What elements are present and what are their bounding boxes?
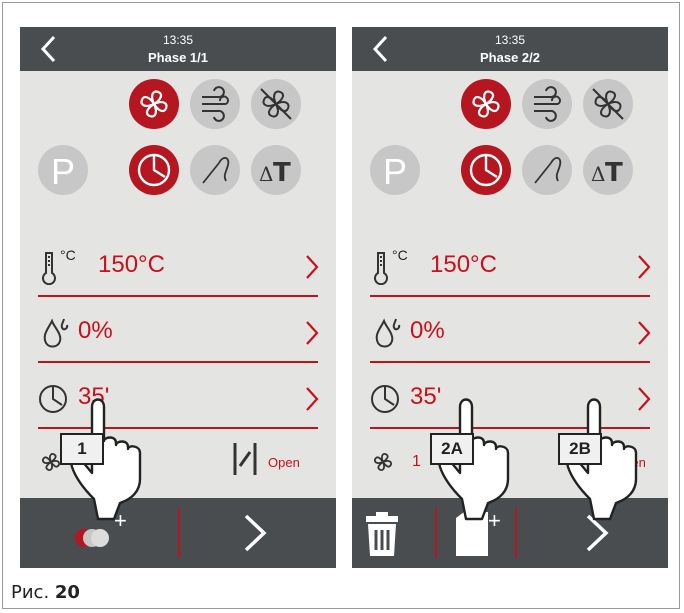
next-phase-chevron-icon[interactable] — [240, 512, 270, 554]
clock-icon — [469, 153, 503, 187]
chevron-right-icon — [306, 387, 319, 411]
header-bar: 13:35 Phase 1/1 — [20, 27, 336, 71]
program-label: P — [50, 151, 75, 192]
row-divider — [370, 295, 650, 297]
program-button[interactable]: P — [370, 145, 420, 195]
callout-badge-2b: 2B — [558, 433, 602, 465]
fan-off-mode-button[interactable] — [251, 79, 301, 129]
fan-mode-button[interactable] — [129, 79, 179, 129]
clock-icon — [137, 153, 171, 187]
fan-speed-icon — [373, 452, 393, 472]
callout-badge-1: 1 — [60, 433, 104, 465]
clock-time: 13:35 — [494, 33, 526, 47]
fan-mode-button[interactable] — [461, 79, 511, 129]
humidity-drops-icon — [375, 318, 401, 348]
chevron-right-icon — [638, 255, 651, 279]
bottom-divider — [178, 508, 180, 558]
humidity-value: 0% — [410, 317, 445, 344]
fan-icon — [140, 90, 168, 118]
svg-text:Δ: Δ — [259, 162, 273, 186]
humidity-drops-icon — [43, 318, 69, 348]
fan-off-mode-button[interactable] — [583, 79, 633, 129]
temperature-unit: °C — [392, 247, 408, 263]
phase-title: Phase 2/2 — [480, 50, 540, 65]
svg-text:T: T — [605, 158, 623, 188]
humidity-row[interactable]: 0% — [38, 311, 319, 355]
figure-caption: Рис. 20 — [11, 582, 80, 603]
program-button[interactable]: P — [38, 145, 88, 195]
temperature-row[interactable]: °C 150°C — [370, 245, 651, 289]
chevron-right-icon — [638, 321, 651, 345]
svg-text:T: T — [273, 158, 291, 188]
core-probe-icon — [534, 157, 562, 184]
clock-time: 13:35 — [162, 33, 194, 47]
row-divider — [370, 361, 650, 363]
row-divider — [38, 361, 318, 363]
program-label: P — [382, 151, 407, 192]
timer-mode-button[interactable] — [129, 145, 179, 195]
chevron-right-icon — [306, 321, 319, 345]
core-probe-icon — [202, 157, 230, 184]
delta-t-icon: ΔT — [591, 158, 623, 188]
fan-off-icon — [592, 88, 624, 120]
figure-caption-number: 20 — [54, 582, 80, 603]
delta-t-mode-button[interactable]: ΔT — [583, 145, 633, 195]
oven-screen-phase-2: 13:35 Phase 2/2 P ΔT °C 150°C 0% 35' 1 +… — [352, 27, 668, 568]
phase-title: Phase 1/1 — [148, 50, 208, 65]
probe-mode-button[interactable] — [190, 145, 240, 195]
humidity-row[interactable]: 0% — [370, 311, 651, 355]
svg-text:Δ: Δ — [591, 162, 605, 186]
delta-t-icon: ΔT — [259, 158, 291, 188]
temperature-row[interactable]: °C 150°C — [38, 245, 319, 289]
row-divider — [38, 295, 318, 297]
chevron-right-icon — [306, 255, 319, 279]
steam-mode-button[interactable] — [190, 79, 240, 129]
humidity-value: 0% — [78, 317, 113, 344]
probe-mode-button[interactable] — [522, 145, 572, 195]
delta-t-mode-button[interactable]: ΔT — [251, 145, 301, 195]
timer-mode-button[interactable] — [461, 145, 511, 195]
callout-badge-2a: 2A — [430, 433, 474, 465]
steam-icon — [534, 86, 561, 122]
figure-caption-prefix: Рис. — [11, 582, 50, 603]
steam-icon — [202, 86, 229, 122]
temperature-value: 150°C — [430, 251, 497, 278]
oven-screen-phase-1: 13:35 Phase 1/1 P ΔT °C 150°C 0% 35' Ope… — [20, 27, 336, 568]
clock-icon — [371, 385, 399, 413]
trash-icon[interactable] — [364, 512, 400, 556]
steam-mode-button[interactable] — [522, 79, 572, 129]
temperature-unit: °C — [60, 247, 76, 263]
fan-off-icon — [260, 88, 292, 120]
fan-icon — [472, 90, 500, 118]
damper-icon[interactable] — [232, 441, 258, 477]
header-bar: 13:35 Phase 2/2 — [352, 27, 668, 71]
temperature-value: 150°C — [98, 251, 165, 278]
fan-speed-value: 1 — [412, 453, 421, 470]
damper-status-label: Open — [268, 455, 300, 470]
